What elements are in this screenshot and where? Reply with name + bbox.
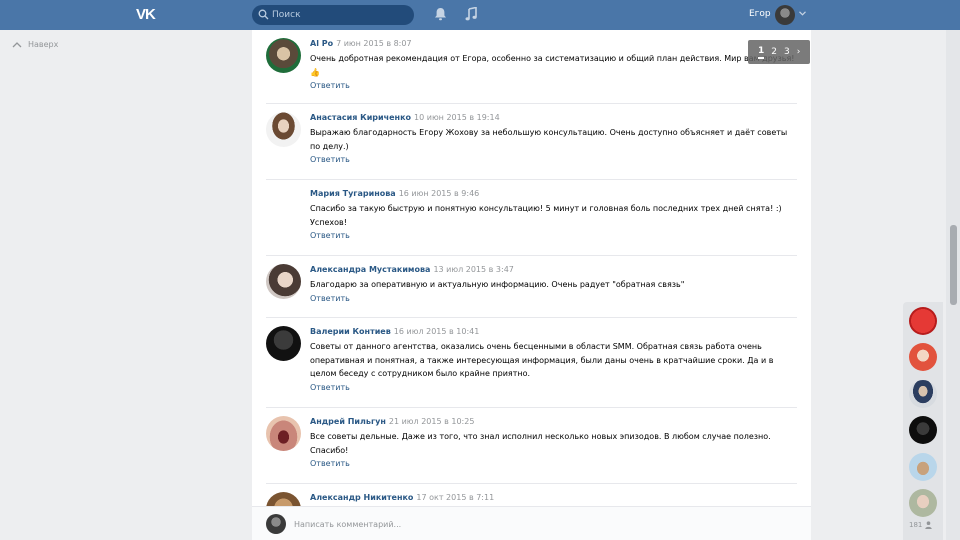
page-3[interactable]: 3 (784, 47, 790, 57)
composer-avatar (266, 514, 286, 534)
chat-avatar[interactable] (909, 343, 937, 371)
chat-avatar[interactable] (909, 307, 937, 335)
comments-panel: Al Po 7 июн 2015 в 8:07 Очень добротная р… (252, 30, 811, 540)
comment-date[interactable]: 13 июл 2015 в 3:47 (433, 265, 513, 274)
chat-avatar[interactable] (909, 380, 937, 408)
comment-text: Выражаю благодарность Егору Жохову за не… (310, 128, 788, 151)
top-bar: VK Егор (0, 0, 960, 30)
comment-text: Спасибо за такую быструю и понятную конс… (310, 204, 782, 227)
comment-date[interactable]: 21 июл 2015 в 10:25 (389, 417, 475, 426)
next-page-arrow[interactable]: › (797, 47, 801, 57)
back-to-top-link[interactable]: Наверх (12, 40, 58, 49)
chats-counter[interactable]: 181 (909, 521, 933, 529)
chats-count: 181 (909, 521, 923, 529)
chat-avatar[interactable] (909, 416, 937, 444)
search-icon (258, 9, 269, 20)
music-icon[interactable] (465, 7, 477, 21)
page-2[interactable]: 2 (771, 47, 777, 57)
comment-author[interactable]: Андрей Пильгун (310, 417, 386, 426)
comment-date[interactable]: 7 июн 2015 в 8:07 (336, 39, 411, 48)
comment-author[interactable]: Александр Никитенко (310, 493, 413, 502)
comment-date[interactable]: 10 июн 2015 в 19:14 (414, 113, 500, 122)
comment-item: Валерии Контиев 16 июл 2015 в 10:41 Совет… (266, 318, 797, 408)
vk-logo[interactable]: VK (136, 6, 160, 24)
comment-date[interactable]: 17 окт 2015 в 7:11 (416, 493, 494, 502)
comment-author[interactable]: Анастасия Кириченко (310, 113, 411, 122)
chevron-up-icon (12, 41, 22, 47)
user-name[interactable]: Егор (749, 9, 771, 19)
search-box[interactable] (252, 5, 414, 25)
reply-link[interactable]: Ответить (310, 382, 795, 394)
reply-link[interactable]: Ответить (310, 293, 795, 305)
chat-avatar[interactable] (909, 489, 937, 517)
comment-avatar[interactable] (266, 38, 301, 73)
search-input[interactable] (272, 7, 407, 23)
comment-item: Al Po 7 июн 2015 в 8:07 Очень добротная р… (266, 30, 797, 104)
comment-text: Все советы дельные. Даже из того, что зн… (310, 432, 771, 455)
comment-input[interactable] (294, 515, 774, 533)
reply-link[interactable]: Ответить (310, 458, 795, 470)
scrollbar-thumb[interactable] (950, 225, 957, 305)
comment-item: Александра Мустакимова 13 июл 2015 в 3:47… (266, 256, 797, 318)
comment-avatar[interactable] (266, 326, 301, 361)
chats-sidebar: 181 (903, 302, 943, 540)
chat-avatar[interactable] (909, 453, 937, 481)
comment-composer (252, 506, 811, 540)
comment-author[interactable]: Александра Мустакимова (310, 265, 430, 274)
reply-link[interactable]: Ответить (310, 80, 795, 92)
reply-link[interactable]: Ответить (310, 230, 795, 242)
comment-author[interactable]: Al Po (310, 39, 333, 48)
user-icon (925, 521, 933, 529)
comment-date[interactable]: 16 июн 2015 в 9:46 (399, 189, 480, 198)
comment-author[interactable]: Мария Тугаринова (310, 189, 396, 198)
back-to-top-label: Наверх (28, 40, 59, 49)
comment-text: Очень добротная рекомендация от Егора, о… (310, 54, 795, 77)
comment-item: Мария Тугаринова 16 июн 2015 в 9:46 Спаси… (266, 180, 797, 256)
photo-pager: 1 2 3 › (748, 40, 810, 64)
comment-author[interactable]: Валерии Контиев (310, 327, 391, 336)
comment-item: Андрей Пильгун 21 июл 2015 в 10:25 Все со… (266, 408, 797, 484)
comment-avatar[interactable] (266, 112, 301, 147)
chevron-down-icon[interactable] (799, 11, 806, 16)
comment-avatar[interactable] (266, 416, 301, 451)
reply-link[interactable]: Ответить (310, 154, 795, 166)
comment-text: Советы от данного агентства, оказались о… (310, 342, 774, 378)
comment-date[interactable]: 16 июл 2015 в 10:41 (394, 327, 480, 336)
bell-icon[interactable] (434, 7, 447, 21)
comment-text: Благодарю за оперативную и актуальную ин… (310, 280, 685, 289)
page-1[interactable]: 1 (758, 46, 765, 59)
comment-avatar[interactable] (266, 264, 301, 299)
user-avatar[interactable] (775, 5, 795, 25)
comment-item: Анастасия Кириченко 10 июн 2015 в 19:14 В… (266, 104, 797, 180)
